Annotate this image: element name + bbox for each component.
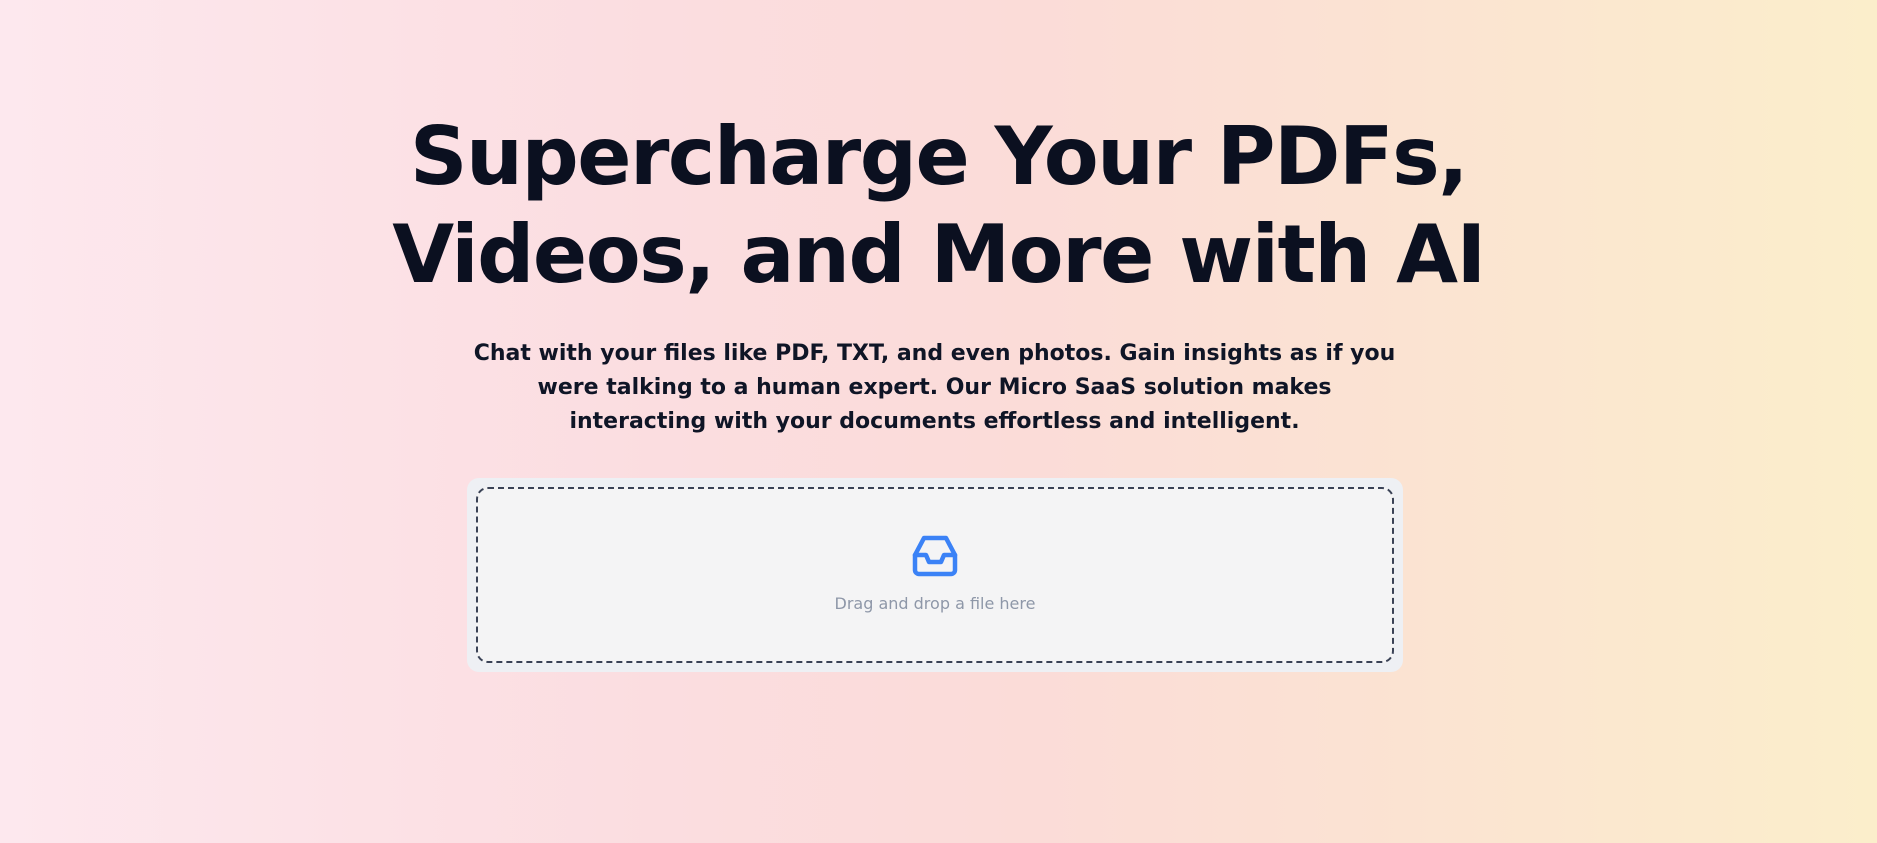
- headline-line-2: Videos, and More with AI: [392, 208, 1486, 301]
- hero-section: Supercharge Your PDFs, Videos, and More …: [0, 0, 1877, 843]
- file-drop-zone[interactable]: Drag and drop a file here: [476, 487, 1394, 663]
- inbox-icon: [912, 535, 958, 576]
- headline-line-1: Supercharge Your PDFs,: [409, 110, 1469, 203]
- page-title: Supercharge Your PDFs, Videos, and More …: [0, 108, 1877, 304]
- hero-description: Chat with your files like PDF, TXT, and …: [473, 341, 1396, 434]
- upload-card: Drag and drop a file here: [467, 478, 1403, 672]
- drop-zone-label: Drag and drop a file here: [834, 593, 1036, 613]
